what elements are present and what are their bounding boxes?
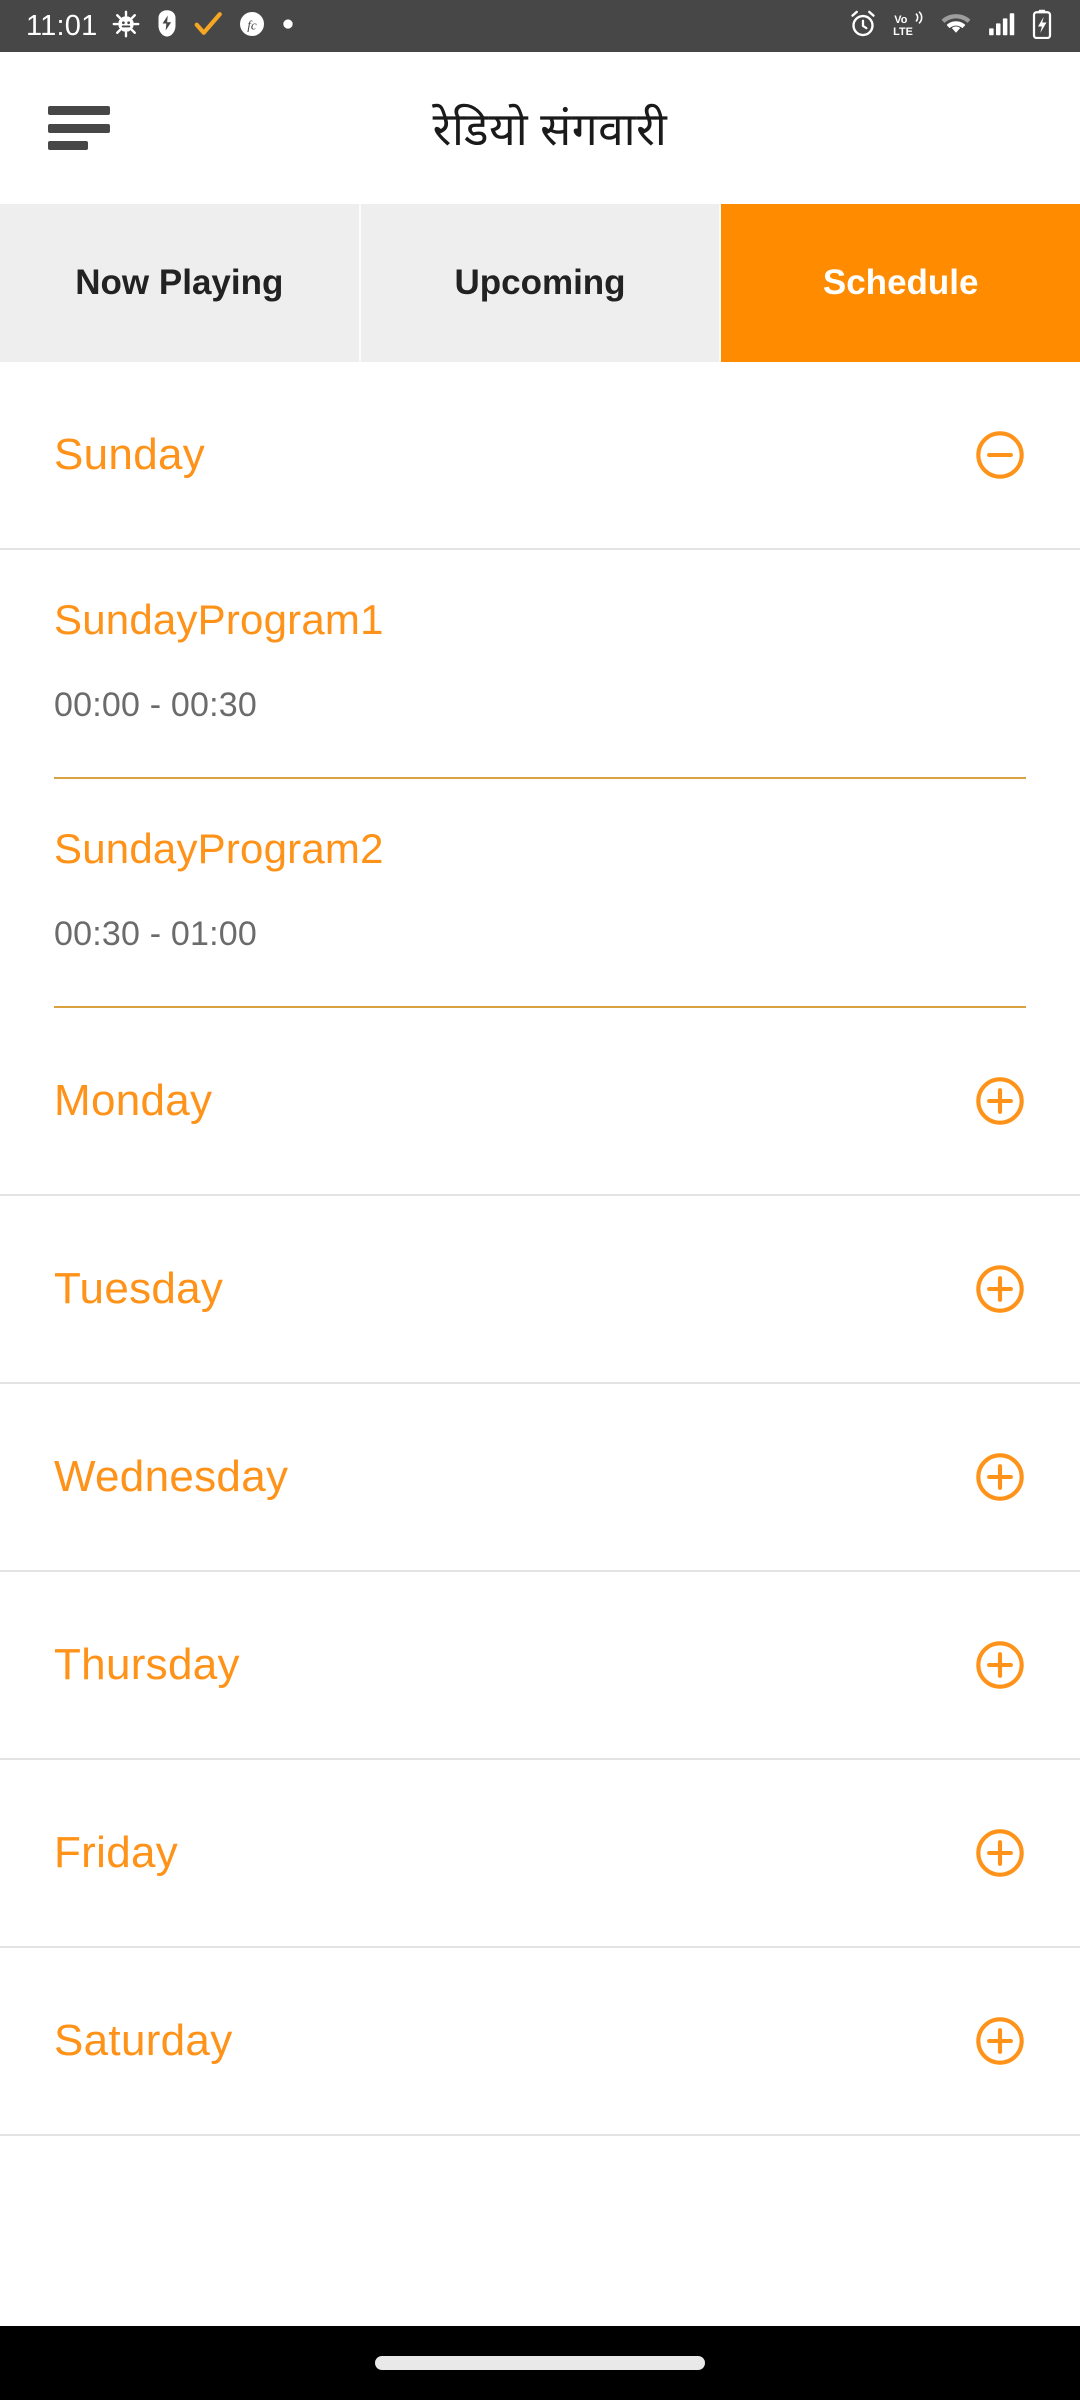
program-title: SundayProgram2: [54, 825, 384, 872]
dot-icon: [281, 17, 295, 36]
plus-circle-icon[interactable]: [974, 1639, 1026, 1691]
svg-text:LTE: LTE: [893, 25, 913, 37]
schedule-list: Sunday SundayProgram1 00:00 - 00:30 Sund…: [0, 362, 1080, 2136]
app-title: रेडियो संगवारी: [432, 104, 668, 155]
battery-charging-icon: [1030, 9, 1054, 44]
svg-text:Vo: Vo: [894, 13, 907, 25]
plus-circle-icon[interactable]: [974, 1451, 1026, 1503]
programs-sunday: SundayProgram1 00:00 - 00:30 SundayProgr…: [0, 550, 1080, 1008]
fc-app-icon: fc: [237, 9, 267, 44]
status-bar-left: 11:01 fc: [26, 9, 295, 44]
android-debug-icon: [111, 9, 141, 44]
day-row-tuesday[interactable]: Tuesday: [0, 1196, 1080, 1384]
home-gesture-pill[interactable]: [375, 2356, 705, 2370]
day-row-friday[interactable]: Friday: [0, 1760, 1080, 1948]
status-bar-right: Vo LTE: [848, 9, 1054, 44]
tab-bar: Now Playing Upcoming Schedule: [0, 204, 1080, 362]
hamburger-line-3: [48, 141, 88, 150]
plus-circle-icon[interactable]: [974, 1263, 1026, 1315]
app-bar: रेडियो संगवारी: [0, 52, 1080, 204]
tab-upcoming[interactable]: Upcoming: [360, 204, 722, 362]
orange-check-icon: [193, 9, 223, 44]
day-row-thursday[interactable]: Thursday: [0, 1572, 1080, 1760]
day-name-sunday: Sunday: [54, 430, 206, 479]
day-row-monday[interactable]: Monday: [0, 1008, 1080, 1196]
tab-now-playing[interactable]: Now Playing: [0, 204, 361, 362]
svg-text:fc: fc: [248, 17, 258, 32]
tab-schedule[interactable]: Schedule: [721, 204, 1080, 362]
hamburger-line-2: [48, 123, 110, 133]
day-row-sunday[interactable]: Sunday: [0, 362, 1080, 550]
volte-icon: Vo LTE: [892, 9, 926, 44]
program-item[interactable]: SundayProgram1 00:00 - 00:30: [0, 550, 1080, 725]
minus-circle-icon[interactable]: [974, 429, 1026, 481]
day-name-saturday: Saturday: [54, 2016, 233, 2065]
alarm-icon: [848, 9, 878, 44]
plus-circle-icon[interactable]: [974, 1075, 1026, 1127]
program-time: 00:00 - 00:30: [54, 686, 257, 724]
day-name-thursday: Thursday: [54, 1640, 240, 1689]
plus-circle-icon[interactable]: [974, 2015, 1026, 2067]
hamburger-line-1: [48, 106, 110, 115]
day-name-monday: Monday: [54, 1076, 213, 1125]
hamburger-menu-icon[interactable]: [48, 106, 110, 150]
day-row-saturday[interactable]: Saturday: [0, 1948, 1080, 2136]
day-name-tuesday: Tuesday: [54, 1264, 224, 1313]
program-item[interactable]: SundayProgram2 00:30 - 01:00: [0, 779, 1080, 954]
plus-circle-icon[interactable]: [974, 1827, 1026, 1879]
day-name-wednesday: Wednesday: [54, 1452, 289, 1501]
system-navigation-bar: [0, 2326, 1080, 2400]
day-name-friday: Friday: [54, 1828, 179, 1877]
program-time: 00:30 - 01:00: [54, 915, 257, 953]
phone-screen: 11:01 fc Vo LTE रेडियो संगवारी Now Playi…: [0, 0, 1080, 2400]
status-bar: 11:01 fc Vo LTE: [0, 0, 1080, 52]
usb-icon: [155, 9, 179, 44]
signal-icon: [986, 9, 1016, 44]
day-row-wednesday[interactable]: Wednesday: [0, 1384, 1080, 1572]
program-title: SundayProgram1: [54, 596, 384, 643]
wifi-icon: [940, 9, 972, 44]
status-bar-clock: 11:01: [26, 9, 98, 42]
